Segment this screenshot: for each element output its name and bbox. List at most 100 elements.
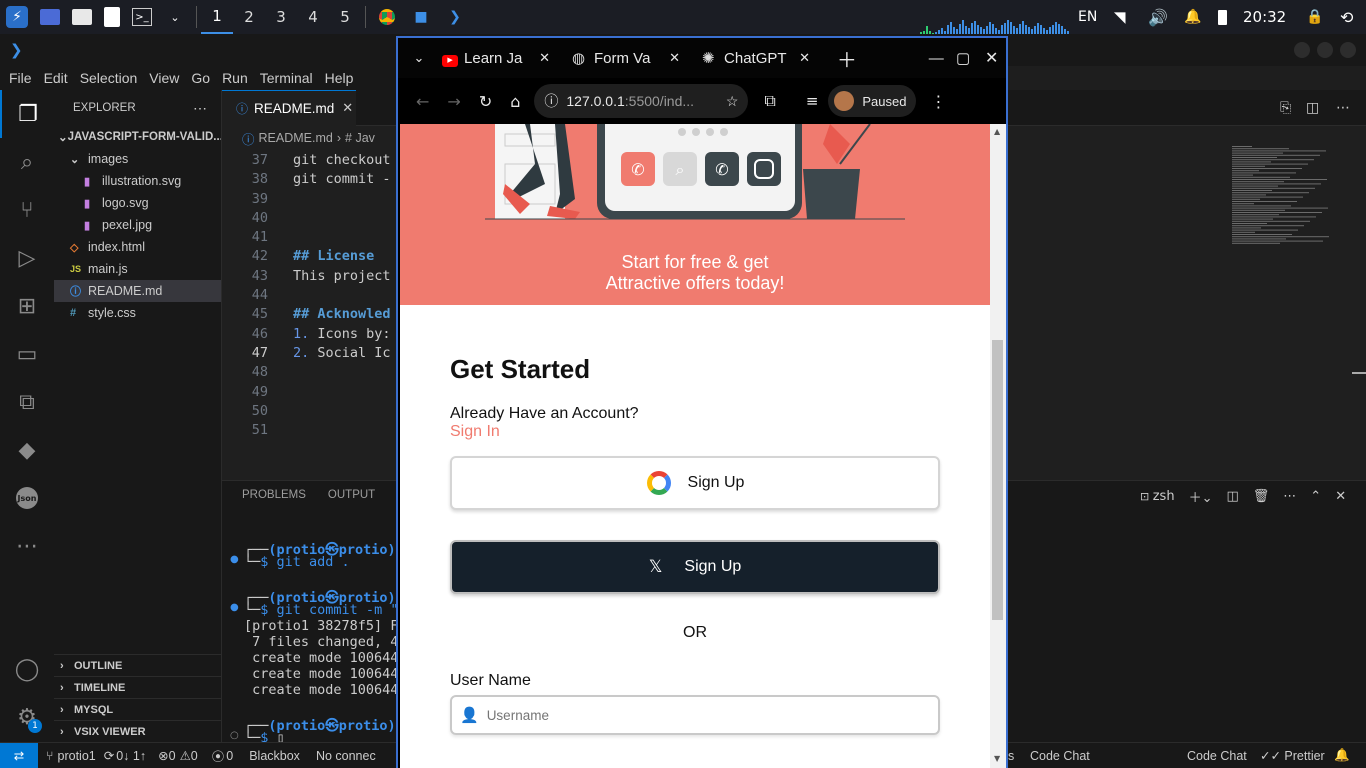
code-chat-status[interactable]: Code Chat [1030, 749, 1090, 763]
menu-run[interactable]: Run [216, 70, 254, 86]
ports-count[interactable]: 0 [226, 749, 233, 763]
python-icon[interactable]: ◆ [0, 426, 54, 474]
bell-icon[interactable]: 🔔 [1334, 748, 1350, 763]
workspace-2[interactable]: 2 [233, 0, 265, 34]
workspace-3[interactable]: 3 [265, 0, 297, 34]
vscode-icon[interactable]: ❯ [444, 6, 466, 28]
address-bar[interactable]: ⓘ 127.0.0.1:5500/ind... ☆ [534, 84, 749, 118]
menu-selection[interactable]: Selection [74, 70, 144, 86]
tree-item-main-js[interactable]: JS main.js [54, 258, 221, 280]
clock[interactable]: 20:32 [1243, 0, 1286, 34]
branch-name[interactable]: protio1 [58, 749, 96, 763]
extensions-icon[interactable]: ⧉ [764, 91, 775, 111]
search-icon[interactable]: ⌕ [0, 138, 54, 186]
scroll-thumb[interactable] [992, 340, 1003, 620]
menu-file[interactable]: File [0, 70, 38, 86]
scroll-up-arrow[interactable]: ▲ [994, 127, 1000, 136]
more-icon[interactable]: ⋯ [0, 522, 54, 570]
language-indicator[interactable]: EN [1078, 0, 1097, 34]
blackbox-status[interactable]: Blackbox [249, 749, 300, 763]
close-icon[interactable]: ✕ [342, 101, 353, 116]
account-icon[interactable]: ◯ [0, 645, 54, 693]
trash-icon[interactable]: 🗑 [1253, 489, 1270, 504]
docker-icon[interactable]: ⧉ [0, 378, 54, 426]
sign-in-link[interactable]: Sign In [450, 423, 500, 441]
connection-status[interactable]: No connec [316, 749, 376, 763]
section-vsix-viewer[interactable]: › VSIX VIEWER [54, 720, 221, 742]
open-preview-icon[interactable]: ⎘ [1280, 100, 1291, 116]
warning-count[interactable]: 0 [191, 749, 198, 763]
workspace-5[interactable]: 5 [329, 0, 361, 34]
media-queue-icon[interactable]: ≡ [806, 92, 819, 110]
bookmark-star-icon[interactable]: ☆ [726, 93, 739, 110]
new-tab-button[interactable]: ＋ [830, 38, 864, 78]
close-tab-icon[interactable]: ✕ [539, 50, 550, 66]
tab-search-icon[interactable]: ⌄ [398, 38, 440, 78]
status-item[interactable]: s [1008, 749, 1014, 763]
code-lines[interactable]: 37 git checkout 38 git commit - 39 40 41 42 ## L… [222, 152, 422, 441]
run-debug-icon[interactable]: ▷ [0, 234, 54, 282]
tree-item-illustration-svg[interactable]: ▮ illustration.svg [54, 170, 221, 192]
tree-item-logo-svg[interactable]: ▮ logo.svg [54, 192, 221, 214]
close-icon[interactable]: ✕ [1335, 489, 1346, 504]
menu-edit[interactable]: Edit [38, 70, 74, 86]
username-input[interactable] [486, 707, 907, 723]
back-icon[interactable]: ← [416, 92, 429, 111]
profile-button[interactable]: Paused [828, 85, 917, 117]
error-count[interactable]: 0 [169, 749, 176, 763]
tab-readme[interactable]: ⓘ README.md ✕ [222, 90, 356, 126]
json-icon[interactable]: Json [0, 474, 54, 522]
username-field[interactable]: 👤 [450, 695, 940, 735]
scroll-down-arrow[interactable]: ▼ [994, 754, 1000, 763]
section-timeline[interactable]: › TIMELINE [54, 676, 221, 698]
close-tab-icon[interactable]: ✕ [669, 50, 680, 66]
chevron-down-icon[interactable]: ⌄ [164, 6, 186, 28]
terminal[interactable]: ┌──(protio㉿protio) ● └─$ git add . ┌──(p… [222, 515, 402, 746]
bell-icon[interactable]: 🔔 [1184, 0, 1201, 34]
reload-icon[interactable]: ↻ [479, 92, 492, 111]
breadcrumb-file[interactable]: README.md [259, 131, 333, 145]
window-minimize-button[interactable] [1294, 42, 1310, 58]
terminal-shell[interactable]: ⊡ zsh [1140, 489, 1175, 504]
site-info-icon[interactable]: ⓘ [544, 91, 558, 111]
more-actions-icon[interactable]: ⋯ [193, 100, 207, 117]
tree-item-style-css[interactable]: # style.css [54, 302, 221, 324]
minimize-button[interactable]: — [924, 38, 949, 78]
sync-status[interactable]: 0↓ 1↑ [116, 749, 146, 763]
close-tab-icon[interactable]: ✕ [799, 50, 810, 66]
section-outline[interactable]: › OUTLINE [54, 654, 221, 676]
new-terminal-icon[interactable]: ＋⌄ [1189, 487, 1213, 506]
split-terminal-icon[interactable]: ◫ [1226, 489, 1238, 504]
menu-help[interactable]: Help [319, 70, 360, 86]
page-scrollbar[interactable]: ▲ ▼ [990, 124, 1006, 768]
battery-icon[interactable] [1218, 0, 1227, 34]
chrome-icon[interactable] [376, 6, 398, 28]
browser-tab-1[interactable]: ▶ Learn Ja ✕ [440, 38, 570, 78]
menu-terminal[interactable]: Terminal [254, 70, 319, 86]
home-icon[interactable]: ⌂ [510, 92, 520, 111]
explorer-icon[interactable]: ❐ [0, 90, 54, 138]
remote-icon[interactable]: ⇄ [0, 743, 38, 768]
workspace-1[interactable]: 1 [201, 0, 233, 34]
tree-item-images[interactable]: ⌄ images [54, 148, 221, 170]
browser-menu-icon[interactable]: ⋮ [930, 92, 946, 111]
tree-item-pexel-jpg[interactable]: ▮ pexel.jpg [54, 214, 221, 236]
forward-icon[interactable]: → [447, 92, 460, 111]
editor-icon[interactable] [104, 7, 120, 27]
project-folder[interactable]: ⌄ JAVASCRIPT-FORM-VALID... [54, 126, 221, 148]
extensions-icon[interactable]: ⊞ [0, 282, 54, 330]
terminal-icon[interactable]: >_ [132, 8, 152, 26]
menu-go[interactable]: Go [185, 70, 216, 86]
workspace-4[interactable]: 4 [297, 0, 329, 34]
x-signup-button[interactable]: 𝕏 Sign Up [450, 540, 940, 594]
tree-item-index-html[interactable]: ◇ index.html [54, 236, 221, 258]
prettier-status[interactable]: ✓✓ Prettier [1260, 748, 1325, 763]
maximize-button[interactable]: ▢ [949, 38, 978, 78]
close-window-button[interactable]: ✕ [977, 38, 1006, 78]
menu-view[interactable]: View [143, 70, 185, 86]
logout-icon[interactable]: ⟲ [1340, 0, 1353, 34]
browser-tab-3[interactable]: ✺ ChatGPT ✕ [700, 38, 830, 78]
breadcrumb-section[interactable]: # Jav [345, 131, 375, 145]
wifi-icon[interactable]: ◥ [1114, 0, 1126, 34]
browser-tab-2[interactable]: ◍ Form Va ✕ [570, 38, 700, 78]
